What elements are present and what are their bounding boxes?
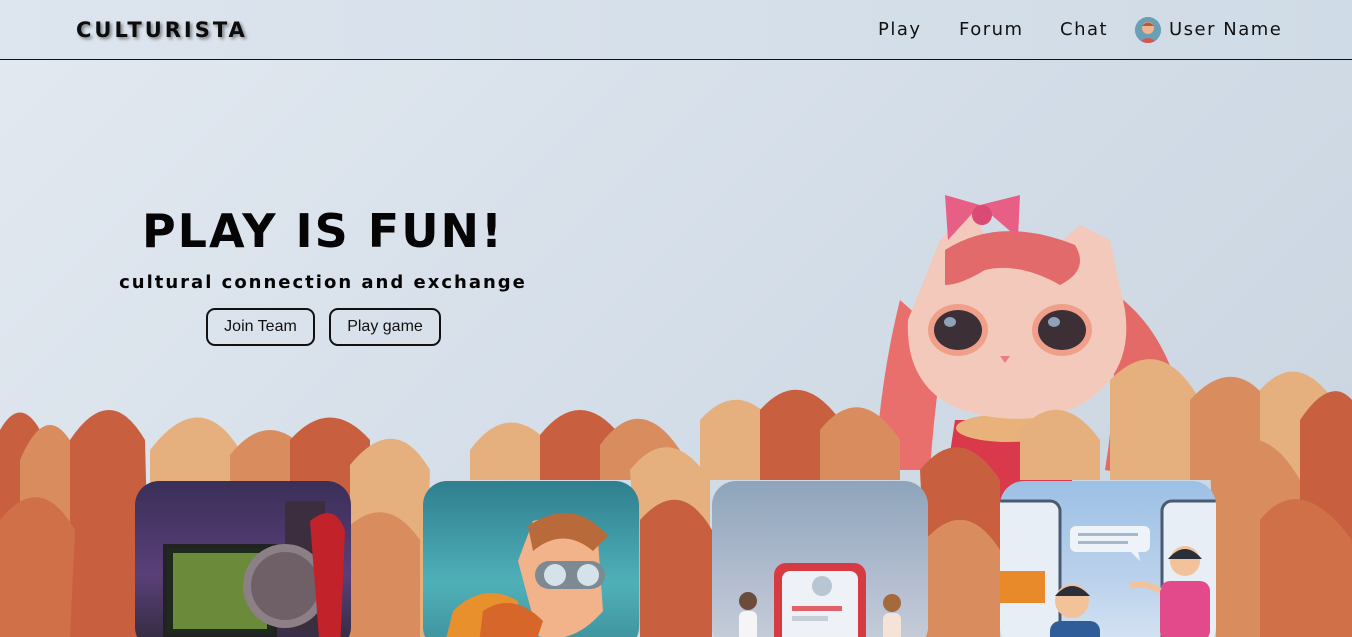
user-name[interactable]: User Name xyxy=(1169,19,1282,40)
nav-link-play[interactable]: Play xyxy=(878,19,922,40)
nav-link-chat[interactable]: Chat xyxy=(1060,19,1108,40)
play-game-button[interactable]: Play game xyxy=(329,308,441,346)
astronaut-image xyxy=(163,501,345,637)
join-team-button[interactable]: Join Team xyxy=(206,308,315,346)
hero-subtitle: cultural connection and exchange xyxy=(119,272,527,293)
user-avatar[interactable] xyxy=(1135,17,1161,43)
game-card-video-chat[interactable] xyxy=(1000,481,1216,637)
navbar: CULTURISTA Play Forum Chat User Name xyxy=(0,0,1352,60)
team-app-image xyxy=(739,563,901,637)
video-chat-image xyxy=(1000,499,1216,637)
game-card-aviator-boy[interactable] xyxy=(423,481,639,637)
game-card-team-app[interactable] xyxy=(712,481,928,637)
brand-logo[interactable]: CULTURISTA xyxy=(76,18,248,42)
hero-title: PLAY IS FUN! xyxy=(141,204,505,258)
nav-link-forum[interactable]: Forum xyxy=(959,19,1024,40)
game-card-space-astronaut[interactable] xyxy=(135,481,351,637)
aviator-boy-image xyxy=(446,513,608,637)
avatar-icon xyxy=(1135,17,1161,43)
